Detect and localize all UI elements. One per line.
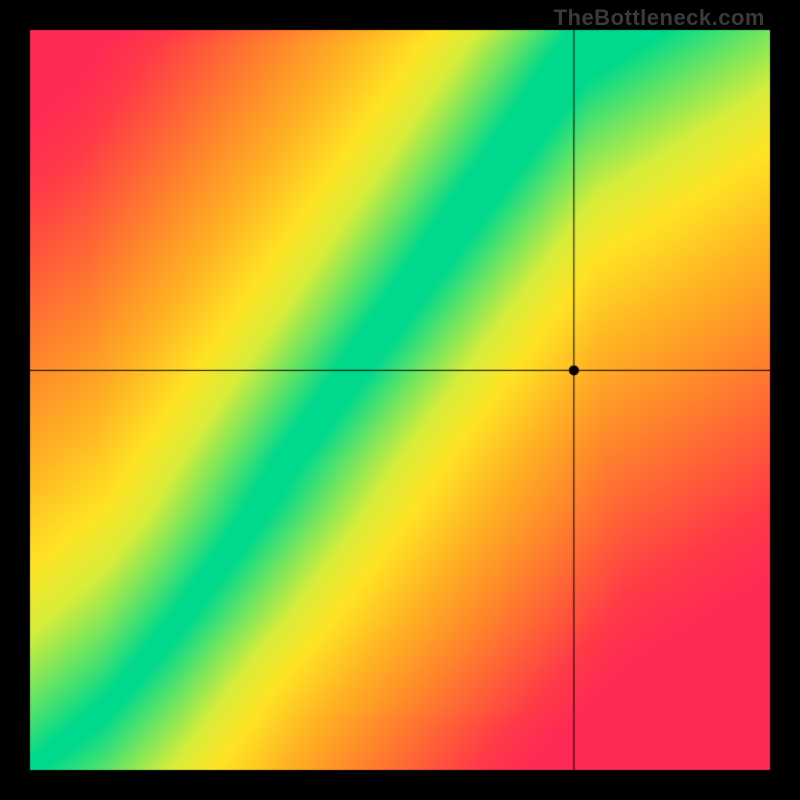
bottleneck-heatmap: [0, 0, 800, 800]
chart-container: TheBottleneck.com: [0, 0, 800, 800]
watermark: TheBottleneck.com: [554, 5, 765, 31]
